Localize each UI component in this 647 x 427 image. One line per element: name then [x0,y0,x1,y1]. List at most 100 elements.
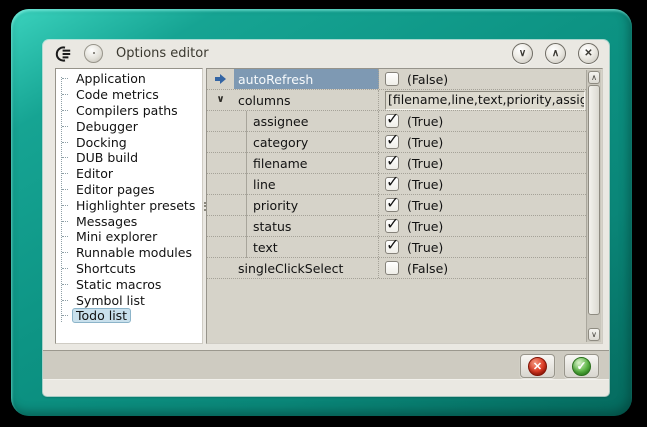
value-label: (True) [407,240,443,255]
sidebar-item-messages[interactable]: Messages [59,213,202,229]
sidebar-item-shortcuts[interactable]: Shortcuts [59,261,202,277]
property-row-filename[interactable]: filename ✓ (True) [207,153,586,174]
window-controls: ∨ ∧ ✕ [512,43,599,64]
property-name[interactable]: line [234,174,379,194]
scroll-down-button[interactable]: ∨ [588,328,600,341]
property-value-cell: ✓ (True) [379,153,586,173]
sidebar-item-code-metrics[interactable]: Code metrics [59,87,202,103]
row-gutter [207,153,234,173]
property-name[interactable]: status [234,216,379,236]
property-row-text[interactable]: text ✓ (True) [207,237,586,258]
sidebar-item-runnable-modules[interactable]: Runnable modules [59,245,202,261]
grid-vertical-scrollbar[interactable]: ∧ ∨ [586,70,601,342]
maximize-button[interactable]: ∧ [545,43,566,64]
property-value-cell: ✓ (True) [379,132,586,152]
sidebar-item-static-macros[interactable]: Static macros [59,276,202,292]
sidebar-item-application[interactable]: Application [59,71,202,87]
window-menu-button[interactable] [84,44,103,63]
row-gutter [207,132,234,152]
property-name[interactable]: category [234,132,379,152]
value-label: (True) [407,156,443,171]
sidebar-item-editor[interactable]: Editor [59,166,202,182]
value-checkbox[interactable] [385,72,399,86]
property-value-cell: [filename,line,text,priority,assigne [379,90,586,110]
property-row-columns[interactable]: ∨ columns [filename,line,text,priority,ass… [207,90,586,111]
value-checkbox[interactable]: ✓ [385,198,399,212]
value-checkbox[interactable]: ✓ [385,114,399,128]
close-button[interactable]: ✕ [578,43,599,64]
sidebar-item-editor-pages[interactable]: Editor pages [59,182,202,198]
value-checkbox[interactable]: ✓ [385,156,399,170]
cancel-button[interactable]: ✕ [520,354,555,378]
value-checkbox[interactable]: ✓ [385,135,399,149]
value-checkbox[interactable]: ✓ [385,219,399,233]
sidebar-item-label: Editor [72,166,117,181]
sidebar-item-label: Mini explorer [72,229,161,244]
sidebar-item-label: Messages [72,214,141,229]
sidebar-item-mini-explorer[interactable]: Mini explorer [59,229,202,245]
category-list: ApplicationCode metricsCompilers pathsDe… [55,68,203,344]
value-label: (True) [407,135,443,150]
scroll-down-icon: ∨ [591,330,597,339]
sidebar-item-dub-build[interactable]: DUB build [59,150,202,166]
value-label: (False) [407,261,448,276]
value-label: (False) [407,72,448,87]
sidebar-item-label: Todo list [72,308,131,323]
value-text-editor[interactable]: [filename,line,text,priority,assigne [385,91,585,110]
property-row-line[interactable]: line✓(True) [207,174,586,195]
scroll-up-button[interactable]: ∧ [588,71,600,84]
property-name[interactable]: text [234,237,379,257]
sidebar-item-compilers-paths[interactable]: Compilers paths [59,103,202,119]
app-logo-icon [54,45,74,63]
property-value-cell: ✓ (True) [379,237,586,257]
scrollbar-thumb[interactable] [588,85,600,315]
property-value-cell: ✓(True) [379,195,586,215]
value-label: (True) [407,219,443,234]
footer-bar: ✕ ✓ [43,350,609,380]
accept-button[interactable]: ✓ [564,354,599,378]
collapse-chevron-icon[interactable]: ∨ [216,95,224,105]
property-name[interactable]: singleClickSelect [234,258,379,278]
property-row-category[interactable]: category ✓ (True) [207,132,586,153]
close-icon: ✕ [584,48,592,59]
sidebar-item-label: Debugger [72,119,142,134]
property-row-autorefresh[interactable]: autoRefresh (False) [207,69,586,90]
value-checkbox[interactable]: ✓ [385,240,399,254]
value-checkbox[interactable] [385,261,399,275]
sidebar-item-label: DUB build [72,150,142,165]
property-row-priority[interactable]: priority✓(True) [207,195,586,216]
value-checkbox[interactable]: ✓ [385,177,399,191]
property-value-cell: (False) [379,69,586,89]
value-label: (True) [407,114,443,129]
property-name[interactable]: filename [234,153,379,173]
sidebar-item-highlighter-presets[interactable]: Highlighter presets [59,197,202,213]
sidebar-item-label: Editor pages [72,182,159,197]
checkmark-icon: ✓ [386,153,399,170]
property-row-status[interactable]: status ✓ (True) [207,216,586,237]
sidebar-item-todo-list[interactable]: Todo list [59,308,202,324]
property-row-assignee[interactable]: assignee ✓ (True) [207,111,586,132]
property-row-singleclickselect[interactable]: singleClickSelect (False) [207,258,586,279]
row-gutter [207,195,234,215]
row-gutter[interactable]: ∨ [207,90,234,110]
sidebar-item-label: Highlighter presets [72,198,199,213]
property-grid: autoRefresh (False) ∨ columns [filename,line… [206,68,603,344]
accept-icon: ✓ [572,357,591,376]
sidebar-item-label: Static macros [72,277,165,292]
titlebar[interactable]: Options editor ∨ ∧ ✕ [43,40,609,67]
property-name[interactable]: columns [234,90,379,110]
sidebar-item-label: Docking [72,135,131,150]
minimize-button[interactable]: ∨ [512,43,533,64]
category-list-items: ApplicationCode metricsCompilers pathsDe… [56,71,202,324]
sidebar-item-docking[interactable]: Docking [59,134,202,150]
chevron-up-icon: ∧ [552,48,559,59]
sidebar-item-debugger[interactable]: Debugger [59,118,202,134]
row-gutter [207,216,234,236]
sidebar-item-symbol-list[interactable]: Symbol list [59,292,202,308]
sidebar-item-label: Runnable modules [72,245,196,260]
property-name[interactable]: assignee [234,111,379,131]
property-name[interactable]: autoRefresh [234,69,379,89]
property-grid-rows: autoRefresh (False) ∨ columns [filename,line… [207,69,586,279]
property-name[interactable]: priority [234,195,379,215]
row-gutter [207,258,234,278]
